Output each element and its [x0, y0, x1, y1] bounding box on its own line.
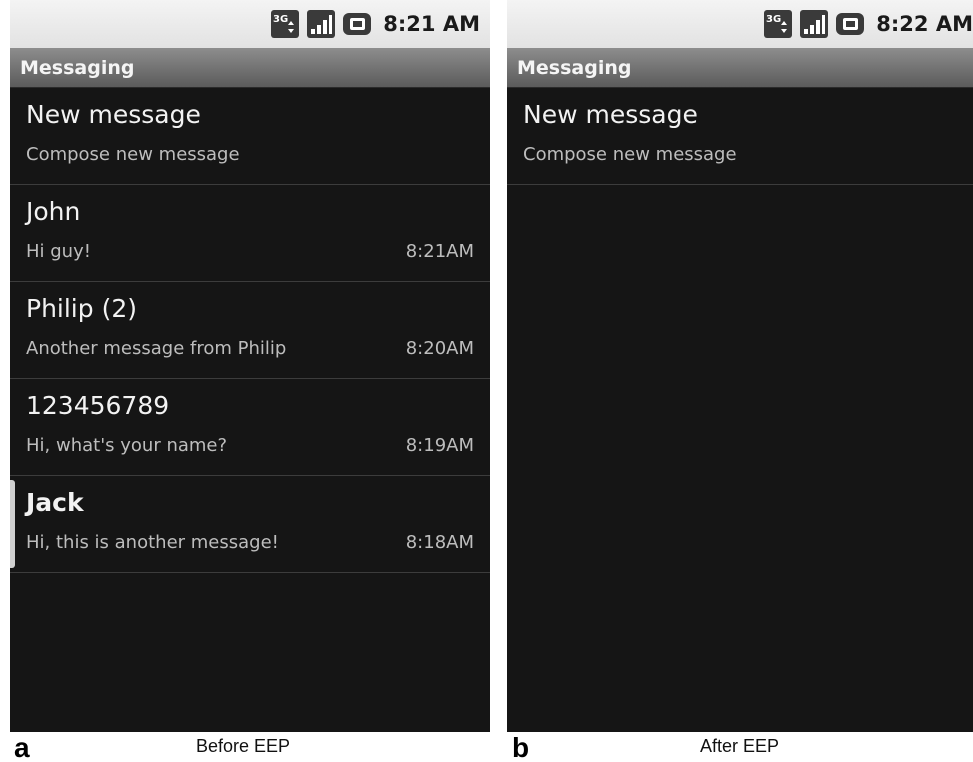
- conversation-item[interactable]: 123456789 Hi, what's your name? 8:19AM: [10, 379, 490, 476]
- battery-icon: [343, 10, 372, 38]
- new-message-item[interactable]: New message Compose new message: [10, 88, 490, 185]
- message-time: 8:18AM: [405, 532, 474, 553]
- message-snippet: Hi guy!: [26, 241, 91, 262]
- message-snippet: Another message from Philip: [26, 338, 287, 359]
- message-time: 8:20AM: [405, 338, 474, 359]
- status-time: 8:22 AM: [876, 12, 973, 36]
- message-time: 8:21AM: [405, 241, 474, 262]
- signal-strength-icon: [800, 10, 829, 38]
- new-message-subtitle: Compose new message: [26, 144, 240, 165]
- conversation-list: New message Compose new message John Hi …: [10, 88, 490, 573]
- panel-label-b: b: [512, 732, 530, 762]
- new-message-title: New message: [26, 100, 201, 129]
- conversation-list: New message Compose new message: [507, 88, 973, 185]
- 3g-data-icon: 3G: [271, 10, 300, 38]
- conversation-item-unread[interactable]: Jack Hi, this is another message! 8:18AM: [10, 476, 490, 573]
- phone-screen-after: 3G 8:22 AM Messaging New message Compose…: [507, 0, 973, 732]
- contact-name: Jack: [26, 488, 84, 517]
- phone-screen-before: 3G 8:21 AM Messaging New message Compose…: [10, 0, 490, 732]
- new-message-title: New message: [523, 100, 698, 129]
- app-title: Messaging: [20, 56, 135, 79]
- contact-name: John: [26, 197, 81, 226]
- new-message-item[interactable]: New message Compose new message: [507, 88, 973, 185]
- panel-label-a: a: [14, 732, 30, 762]
- conversation-item[interactable]: Philip (2) Another message from Philip 8…: [10, 282, 490, 379]
- message-snippet: Hi, this is another message!: [26, 532, 279, 553]
- svg-text:3G: 3G: [766, 14, 781, 25]
- app-title-bar: Messaging: [10, 48, 490, 88]
- status-bar: 3G 8:21 AM: [10, 0, 490, 48]
- figure: 3G 8:21 AM Messaging New message Compose…: [0, 0, 973, 762]
- message-time: 8:19AM: [405, 435, 474, 456]
- unread-indicator: [10, 480, 15, 568]
- contact-name: Philip (2): [26, 294, 137, 323]
- caption-after: After EEP: [700, 736, 780, 756]
- status-bar: 3G 8:22 AM: [507, 0, 973, 48]
- 3g-data-icon: 3G: [764, 10, 793, 38]
- app-title: Messaging: [517, 56, 632, 79]
- message-snippet: Hi, what's your name?: [26, 435, 228, 456]
- app-title-bar: Messaging: [507, 48, 973, 88]
- battery-icon: [836, 10, 865, 38]
- contact-name: 123456789: [26, 391, 170, 420]
- signal-strength-icon: [307, 10, 336, 38]
- new-message-subtitle: Compose new message: [523, 144, 737, 165]
- conversation-item[interactable]: John Hi guy! 8:21AM: [10, 185, 490, 282]
- caption-before: Before EEP: [196, 736, 291, 756]
- svg-text:3G: 3G: [273, 14, 288, 25]
- status-time: 8:21 AM: [383, 12, 480, 36]
